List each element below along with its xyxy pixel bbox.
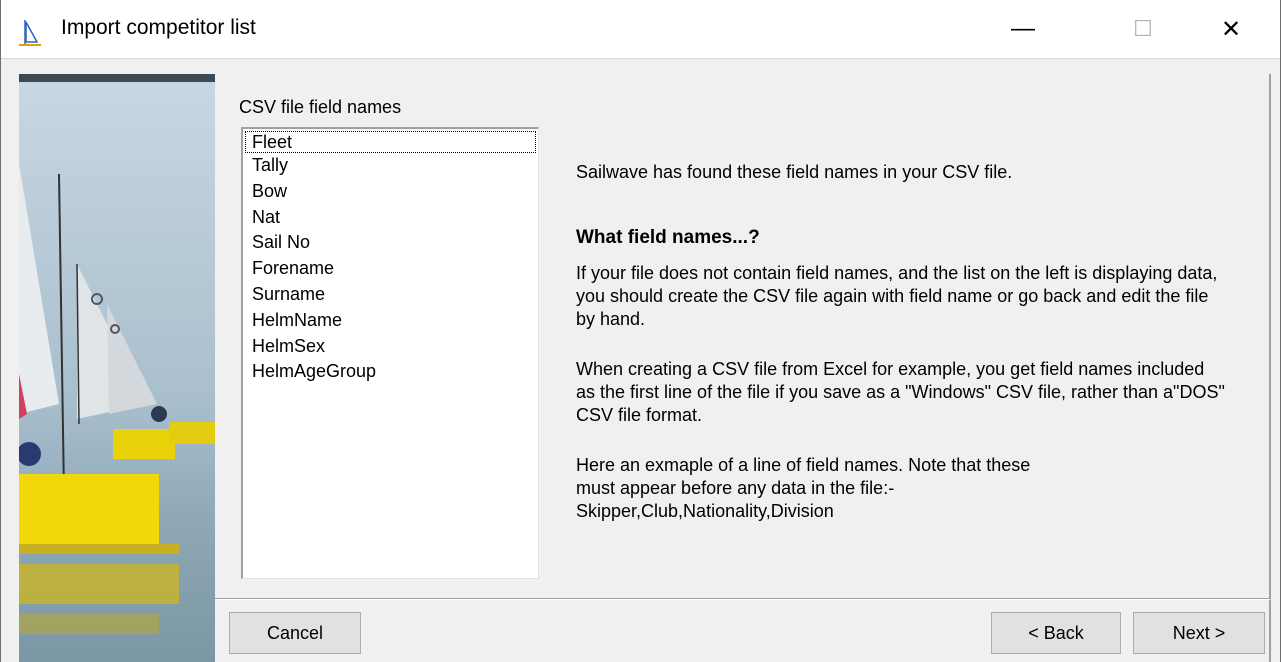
list-item[interactable]: Nat [243,205,538,231]
field-list-label: CSV file field names [239,97,402,117]
help-paragraph-2: When creating a CSV file from Excel for … [576,359,1225,425]
help-paragraph-3: Here an exmaple of a line of field names… [576,454,1226,523]
example-field-names: Skipper,Club,Nationality,Division [576,501,834,521]
back-button[interactable]: < Back [991,612,1121,654]
maximize-button[interactable]: ☐ [1111,0,1175,58]
help-paragraph-3-line-1: Here an exmaple of a line of field names… [576,455,1031,475]
help-paragraph-3-line-2: must appear before any data in the file:… [576,478,895,498]
panel-border [1269,74,1271,662]
list-item[interactable]: HelmSex [243,334,538,360]
sailing-dinghies-photo [19,74,215,662]
next-button[interactable]: Next > [1133,612,1265,654]
help-paragraph-1: If your file does not contain field name… [576,263,1218,329]
help-heading: What field names...? [576,227,760,248]
list-item[interactable]: Tally [243,153,538,179]
list-item[interactable]: Forename [243,256,538,282]
list-item[interactable]: Sail No [243,230,538,256]
list-item[interactable]: Surname [243,282,538,308]
list-item[interactable]: Fleet [245,131,536,153]
title-bar[interactable]: Import competitor list — ☐ ✕ [1,0,1280,59]
minimize-button[interactable]: — [991,0,1055,58]
close-button[interactable]: ✕ [1199,0,1263,58]
list-item[interactable]: HelmName [243,308,538,334]
cancel-button[interactable]: Cancel [229,612,361,654]
window-title: Import competitor list [61,16,256,39]
intro-text: Sailwave has found these field names in … [576,162,1013,182]
list-item[interactable]: HelmAgeGroup [243,359,538,385]
button-separator [215,598,1270,600]
csv-field-names-listbox[interactable]: Fleet Tally Bow Nat Sail No Forename Sur… [241,127,539,579]
list-item[interactable]: Bow [243,179,538,205]
sailboat-app-icon [19,20,41,46]
main-panel: CSV file field names Fleet Tally Bow Nat… [215,74,1270,594]
import-competitor-list-dialog: Import competitor list — ☐ ✕ CSV file fi… [0,0,1281,662]
